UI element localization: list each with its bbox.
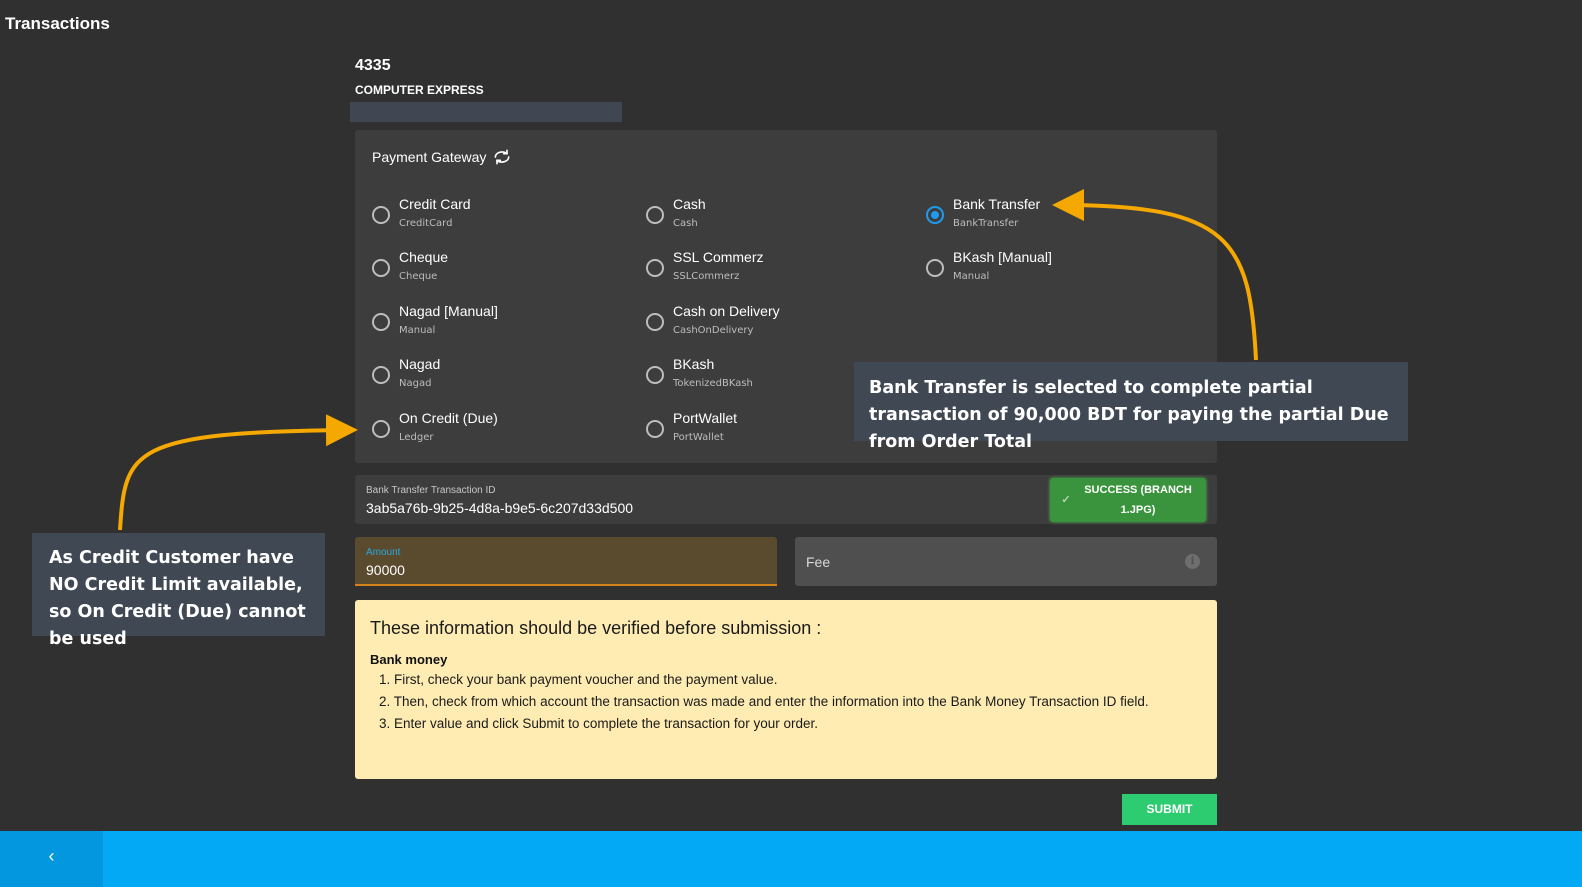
amount-input[interactable]: 90000 [366, 562, 405, 578]
option-text: Cheque Cheque [399, 248, 448, 282]
notice-subheading: Bank money [370, 652, 448, 667]
option-sublabel: Cash [673, 218, 698, 229]
option-sublabel: Manual [953, 271, 990, 282]
payment-option-credit-card[interactable]: Credit Card CreditCard [372, 196, 471, 229]
option-text: Cash on Delivery CashOnDelivery [673, 302, 780, 336]
payment-gateway-title: Payment Gateway [372, 149, 487, 165]
option-label: On Credit (Due) [399, 410, 498, 426]
payment-option-nagad-manual[interactable]: Nagad [Manual] Manual [372, 303, 498, 336]
option-text: Credit Card CreditCard [399, 195, 471, 229]
option-label: Cash [673, 196, 706, 212]
payment-option-cash[interactable]: Cash Cash [646, 196, 706, 229]
order-id: 4335 [355, 57, 391, 74]
amount-field[interactable]: Amount 90000 [355, 537, 777, 586]
transaction-id-label: Bank Transfer Transaction ID [366, 485, 496, 496]
payment-option-cheque[interactable]: Cheque Cheque [372, 249, 448, 282]
option-text: BKash [Manual] Manual [953, 248, 1052, 282]
submit-button[interactable]: SUBMIT [1122, 794, 1217, 825]
option-label: Cash on Delivery [673, 303, 780, 319]
notice-step: 2. Then, check from which account the tr… [379, 694, 1149, 709]
option-text: On Credit (Due) Ledger [399, 409, 498, 443]
verification-notice: These information should be verified bef… [355, 600, 1217, 779]
option-text: Cash Cash [673, 195, 706, 229]
radio-button[interactable] [372, 420, 390, 438]
radio-button[interactable] [372, 366, 390, 384]
option-sublabel: PortWallet [673, 432, 724, 443]
option-label: Cheque [399, 249, 449, 265]
payment-option-on-credit-due[interactable]: On Credit (Due) Ledger [372, 410, 498, 443]
radio-button[interactable] [926, 206, 944, 224]
radio-button[interactable] [646, 420, 664, 438]
option-text: Bank Transfer BankTransfer [953, 195, 1040, 229]
radio-button[interactable] [372, 206, 390, 224]
option-text: PortWallet PortWallet [673, 409, 737, 443]
radio-button[interactable] [646, 206, 664, 224]
annotation-on-credit: As Credit Customer have NO Credit Limit … [32, 533, 325, 649]
radio-button[interactable] [646, 313, 664, 331]
payment-gateway-header: Payment Gateway [372, 147, 512, 167]
radio-button[interactable] [646, 259, 664, 277]
option-label: BKash [673, 356, 715, 372]
notice-steps: 1. First, check your bank payment vouche… [379, 672, 1149, 738]
option-text: SSL Commerz SSLCommerz [673, 248, 764, 282]
radio-button[interactable] [372, 259, 390, 277]
upload-success-button[interactable]: ✓ SUCCESS (BRANCH 1.JPG) [1050, 478, 1206, 522]
payment-option-nagad[interactable]: Nagad Nagad [372, 356, 440, 389]
refresh-icon[interactable] [492, 147, 512, 167]
chevron-left-icon: ‹ [48, 846, 55, 866]
option-label: Bank Transfer [953, 196, 1041, 212]
option-sublabel: Ledger [399, 432, 434, 443]
option-text: BKash TokenizedBKash [673, 355, 753, 389]
option-label: Nagad [399, 356, 441, 372]
option-text: Nagad Nagad [399, 355, 440, 389]
radio-button[interactable] [646, 366, 664, 384]
transaction-id-input[interactable]: 3ab5a76b-9b25-4d8a-b9e5-6c207d33d500 [366, 500, 633, 516]
fee-input[interactable]: Fee [806, 554, 830, 570]
option-sublabel: SSLCommerz [673, 271, 740, 282]
fee-field[interactable]: Fee i [795, 537, 1217, 586]
upload-status-label: SUCCESS (BRANCH 1.JPG) [1084, 484, 1192, 516]
notice-step: 1. First, check your bank payment vouche… [379, 672, 778, 687]
option-sublabel: Nagad [399, 378, 432, 389]
option-sublabel: Cheque [399, 271, 438, 282]
notice-heading: These information should be verified bef… [370, 618, 822, 638]
back-button[interactable]: ‹ [0, 831, 103, 887]
option-sublabel: CashOnDelivery [673, 325, 754, 336]
option-sublabel: CreditCard [399, 218, 453, 229]
payment-option-portwallet[interactable]: PortWallet PortWallet [646, 410, 737, 443]
annotation-bank-transfer: Bank Transfer is selected to complete pa… [854, 362, 1408, 452]
notice-step: 3. Enter value and click Submit to compl… [379, 716, 818, 731]
payment-option-bkash[interactable]: BKash TokenizedBKash [646, 356, 753, 389]
option-label: Credit Card [399, 196, 471, 212]
radio-button[interactable] [926, 259, 944, 277]
customer-name: COMPUTER EXPRESS [355, 83, 484, 97]
info-icon[interactable]: i [1185, 554, 1200, 569]
option-label: PortWallet [673, 410, 738, 426]
option-sublabel: TokenizedBKash [673, 378, 753, 389]
option-label: SSL Commerz [673, 249, 764, 265]
option-label: BKash [Manual] [953, 249, 1052, 265]
radio-button[interactable] [372, 313, 390, 331]
amount-label: Amount [366, 547, 401, 558]
option-sublabel: Manual [399, 325, 436, 336]
option-sublabel: BankTransfer [953, 218, 1019, 229]
option-text: Nagad [Manual] Manual [399, 302, 498, 336]
payment-option-cash-on-delivery[interactable]: Cash on Delivery CashOnDelivery [646, 303, 780, 336]
payment-option-bank-transfer[interactable]: Bank Transfer BankTransfer [926, 196, 1040, 229]
check-icon: ✓ [1061, 494, 1071, 506]
bank-transfer-transaction-id-field[interactable]: Bank Transfer Transaction ID 3ab5a76b-9b… [355, 475, 1217, 524]
payment-option-bkash-manual[interactable]: BKash [Manual] Manual [926, 249, 1052, 282]
customer-info-bar [350, 102, 622, 122]
page-title: Transactions [5, 14, 110, 33]
payment-option-ssl-commerz[interactable]: SSL Commerz SSLCommerz [646, 249, 764, 282]
option-label: Nagad [Manual] [399, 303, 498, 319]
arrow-to-on-credit [118, 414, 358, 531]
footer-bar: ‹ [0, 831, 1582, 887]
